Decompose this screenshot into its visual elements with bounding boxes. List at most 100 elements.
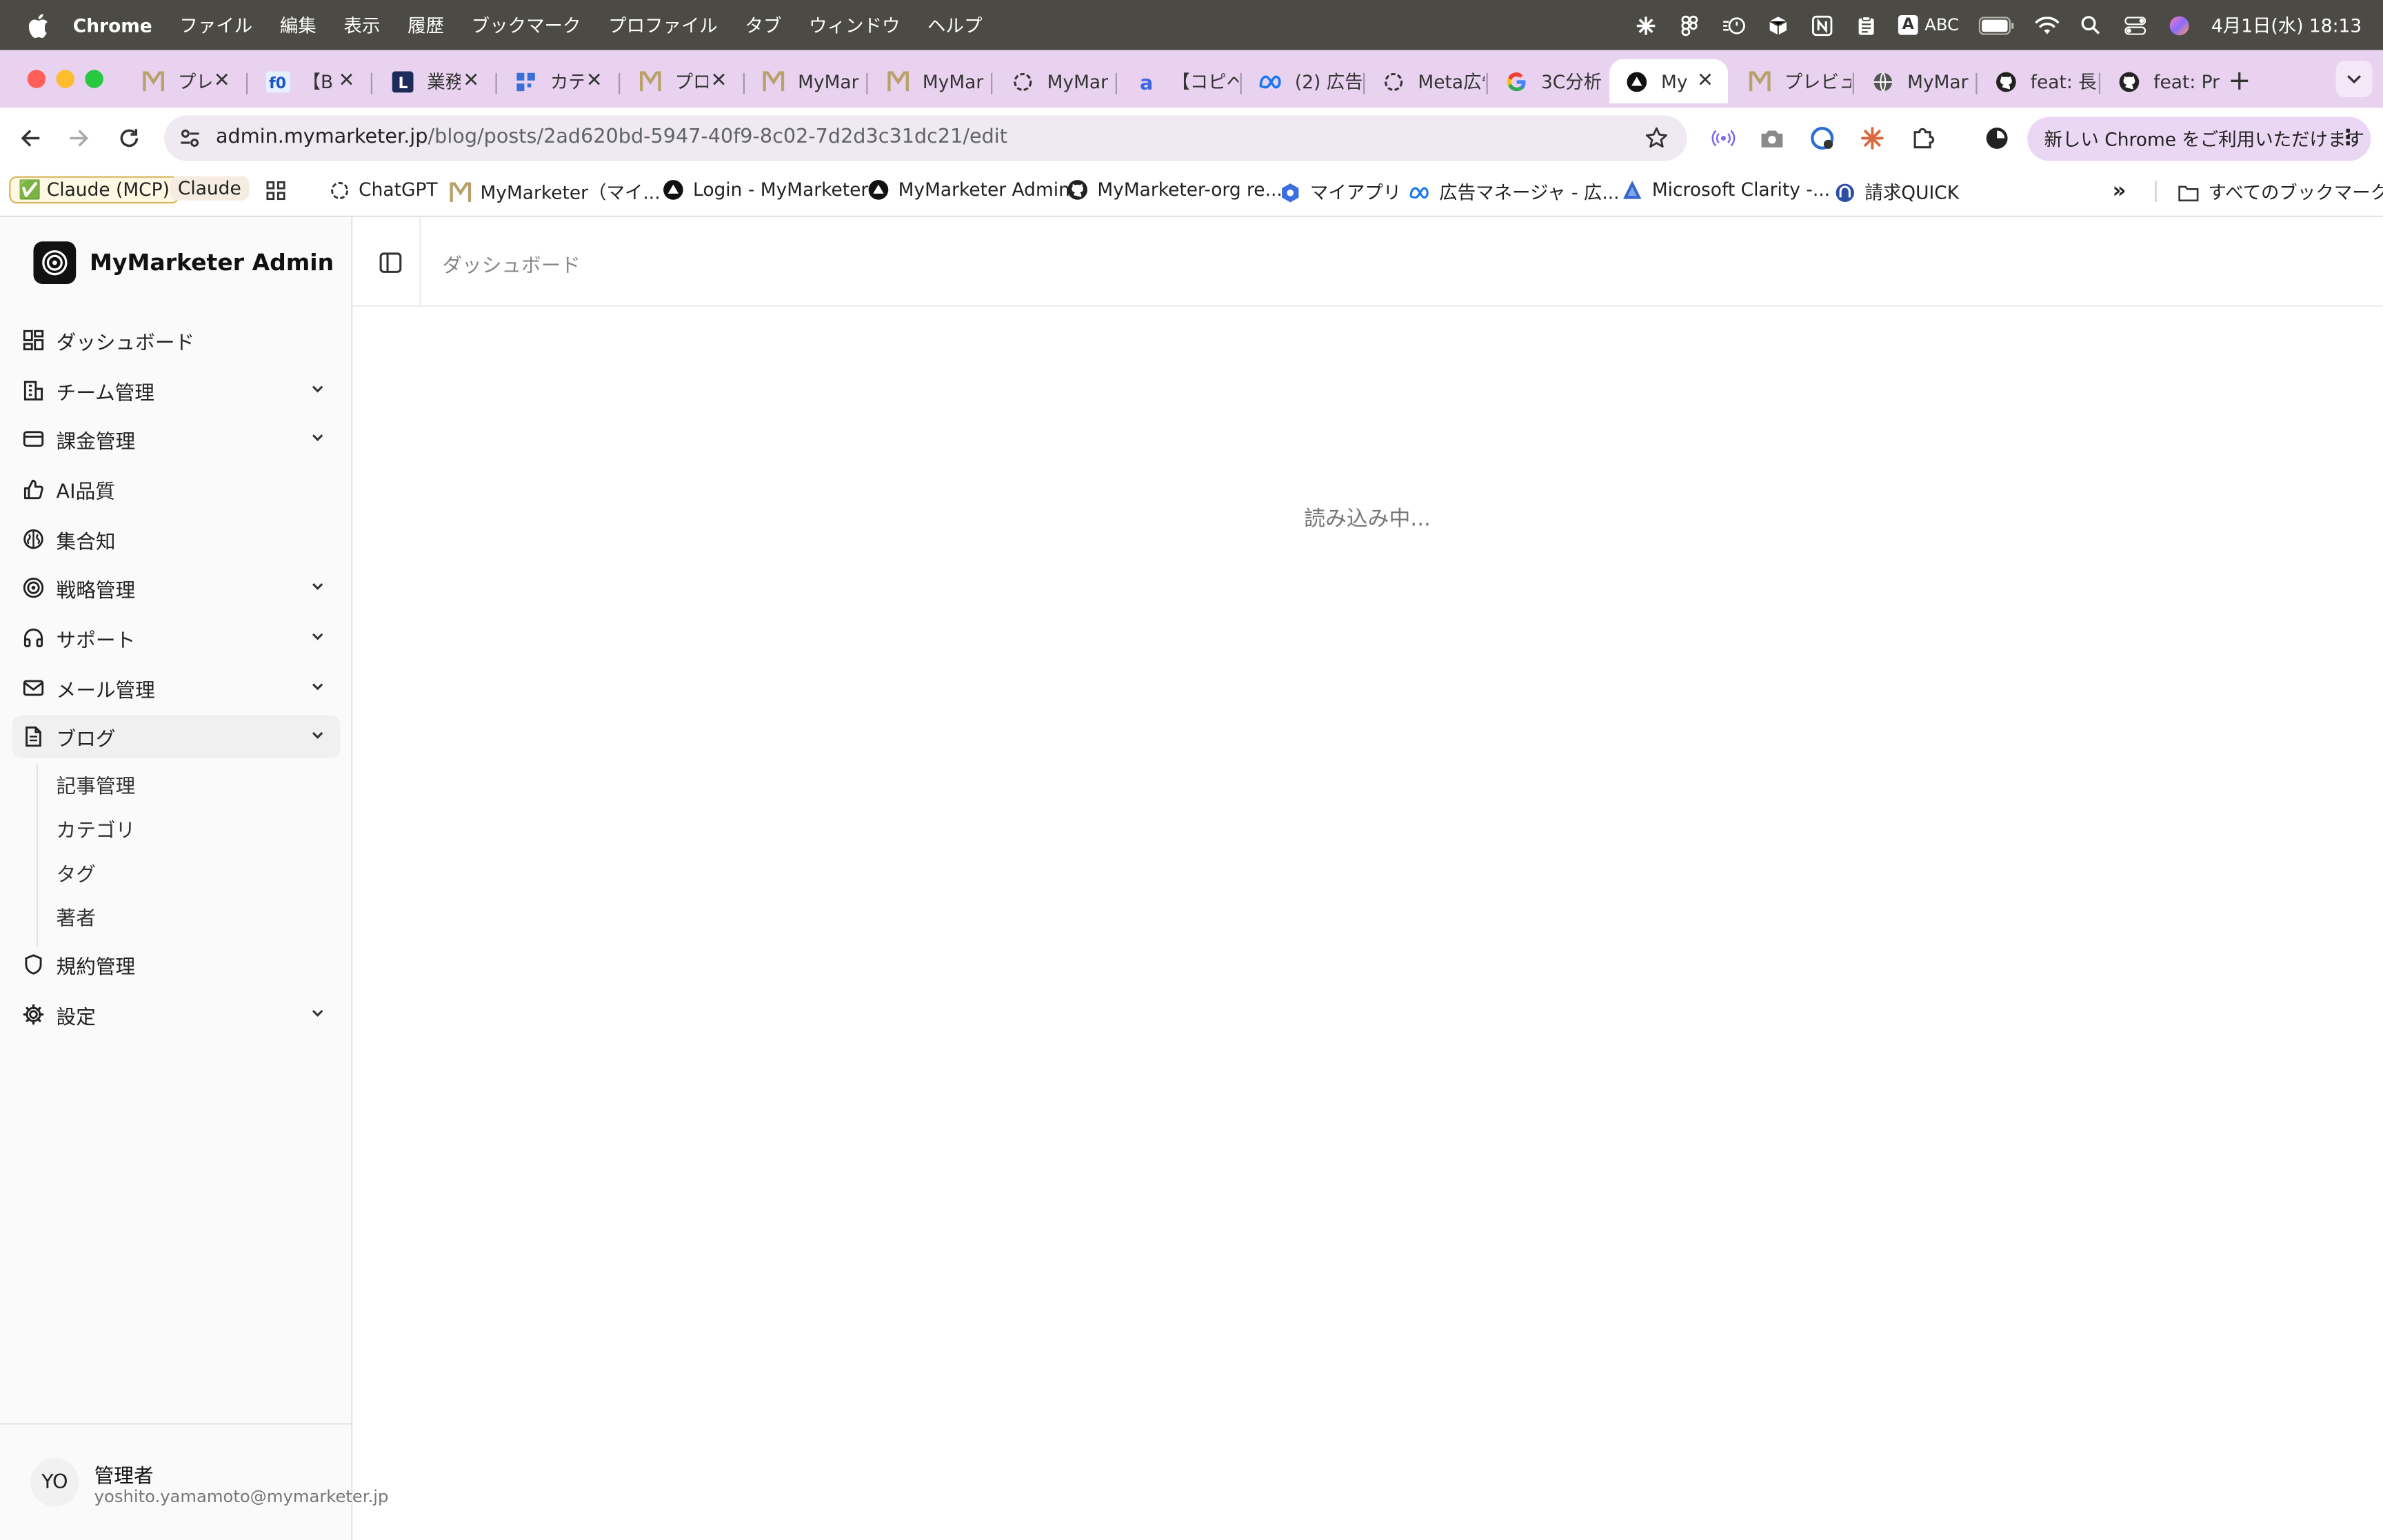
sparkle-status-icon[interactable] [1633,14,1658,36]
window-close-button[interactable] [27,70,46,88]
sidebar-item[interactable]: 集合知 [12,518,341,560]
bookmark-claude-mcp[interactable]: ✅ Claude (MCP) [9,176,179,204]
menu-bookmarks[interactable]: ブックマーク [472,12,581,38]
tab-search-button[interactable] [2335,61,2373,98]
box-status-icon[interactable] [1765,14,1789,36]
sidebar-item[interactable]: 戦略管理 [12,567,341,609]
sidebar-item[interactable]: 規約管理 [12,943,341,986]
bookmark-chatgpt[interactable]: ChatGPT [328,179,438,201]
bookmark-mymarketer-admin[interactable]: MyMarketer Admin [868,179,1070,201]
profile-avatar-icon[interactable] [1985,126,2009,150]
tab-close-icon[interactable]: ✕ [461,70,482,92]
browser-tab[interactable]: f0 【B ✕ [251,59,370,103]
sidebar-item[interactable]: チーム管理 [12,369,341,412]
browser-tab[interactable]: (2) 広告 [1243,59,1362,103]
new-tab-button[interactable]: + [2228,65,2251,97]
tab-close-icon[interactable]: ✕ [336,70,357,92]
tab-close-icon[interactable]: ✕ [211,70,232,92]
chrome-update-button[interactable]: 新しい Chrome をご利用いただけます ⋮ [2027,116,2371,161]
browser-tab[interactable]: プレ ✕ [126,59,245,103]
menu-history[interactable]: 履歴 [408,12,444,38]
sidebar-item[interactable]: メール管理 [12,667,341,709]
forward-button[interactable] [66,125,93,152]
bookmark-login-mymarketer[interactable]: Login - MyMarketer [663,179,868,201]
menu-file[interactable]: ファイル [179,12,252,38]
claude-extension-icon[interactable] [1860,126,1884,150]
sidebar-item[interactable]: 設定 [12,993,341,1036]
sidebar-item[interactable]: ブログ [12,715,341,758]
browser-tab[interactable]: カテ ✕ [499,59,617,103]
blog-submenu-item[interactable]: 記事管理 [57,770,136,799]
address-bar[interactable]: admin.mymarketer.jp/blog/posts/2ad620bd-… [164,115,1687,161]
blog-submenu-item[interactable]: 著者 [57,902,96,931]
menu-tab[interactable]: タブ [745,12,782,38]
menu-profiles[interactable]: プロファイル [608,12,718,38]
browser-tab[interactable]: MyMar [1856,59,1974,103]
blog-submenu-item[interactable]: タグ [57,858,96,887]
menu-view[interactable]: 表示 [344,12,381,38]
bookmarks-overflow-button[interactable]: » [2113,179,2126,203]
menu-help[interactable]: ヘルプ [927,12,982,38]
extensions-puzzle-icon[interactable] [1911,126,1935,150]
input-source-indicator[interactable]: A ABC [1898,15,1959,35]
browser-tab[interactable]: MyMar [871,59,989,103]
browser-tab[interactable]: MyMar [996,59,1114,103]
browser-tab[interactable]: Meta広告 [1366,59,1485,103]
browser-tab[interactable]: プロ ✕ [623,59,742,103]
notion-status-icon[interactable] [1809,14,1833,36]
figma-status-icon[interactable] [1678,14,1702,36]
battery-icon[interactable] [1978,14,2015,36]
chrome-menu-icon[interactable]: ⋮ [2337,126,2359,150]
sidebar-toggle-icon[interactable] [379,251,403,275]
browser-tab[interactable]: プレビュ [1733,59,1851,103]
browser-tab[interactable]: 3C分析 [1489,59,1608,103]
tab-close-icon[interactable]: ✕ [1695,70,1716,92]
bookmark-apps[interactable] [265,179,286,201]
bookmark-star-icon[interactable] [1645,126,1669,156]
sidebar-item[interactable]: 課金管理 [12,418,341,460]
window-minimize-button[interactable] [56,70,75,88]
sidebar-item[interactable]: ダッシュボード [12,319,341,362]
extension-c-icon[interactable] [1810,126,1834,150]
timer-status-icon[interactable] [1721,14,1745,36]
sidebar-item[interactable]: AI品質 [12,468,341,511]
blog-submenu-item[interactable]: カテゴリ [57,814,136,843]
siri-icon[interactable] [2167,14,2191,36]
bookmark-mymarketer[interactable]: MyMarketer（マイ... [450,179,661,205]
bookmark-my-apps[interactable]: マイアプリ [1280,179,1401,205]
bookmark-ads-manager[interactable]: 広告マネージャ - 広... [1409,179,1620,205]
window-zoom-button[interactable] [85,70,103,88]
browser-tab[interactable]: L 業務 ✕ [375,59,494,103]
brand[interactable]: MyMarketer Admin [33,241,334,284]
bookmark-claude[interactable]: Claude [170,176,249,201]
control-center-icon[interactable] [2123,14,2147,36]
back-button[interactable] [17,125,44,152]
site-info-icon[interactable] [178,126,202,150]
browser-tab[interactable]: a 【コピペ [1120,59,1238,103]
menubar-clock[interactable]: 4月1日(水) 18:13 [2211,12,2362,38]
tab-close-icon[interactable]: ✕ [583,70,605,92]
bookmark-clarity[interactable]: Microsoft Clarity -... [1622,179,1830,201]
reload-button[interactable] [116,125,143,152]
browser-tab[interactable]: feat: 長 [1979,59,2098,103]
breadcrumb[interactable]: ダッシュボード [442,249,581,278]
menu-window[interactable]: ウィンドウ [809,12,900,38]
menu-app-chrome[interactable]: Chrome [73,14,152,36]
spotlight-search-icon[interactable] [2079,14,2103,36]
apple-icon[interactable] [28,13,49,37]
cast-extension-icon[interactable] [1711,126,1736,150]
user-profile[interactable]: YO 管理者 yoshito.yamamoto@mymarketer.jp [0,1423,388,1540]
all-bookmarks-folder[interactable]: すべてのブックマーク [2178,179,2383,205]
wifi-icon[interactable] [2035,14,2060,36]
browser-tab[interactable]: feat: Pr [2102,59,2220,103]
sidebar-item[interactable]: サポート [12,616,341,659]
clipboard-status-icon[interactable] [1853,14,1878,36]
menu-edit[interactable]: 編集 [280,12,316,38]
browser-tab[interactable]: MyMar [746,59,865,103]
bookmark-github-org[interactable]: MyMarketer-org re... [1067,179,1283,201]
bookmark-seikyu-quick[interactable]: 請求QUICK [1834,179,1959,205]
tab-close-icon[interactable]: ✕ [708,70,730,92]
address-url[interactable]: admin.mymarketer.jp/blog/posts/2ad620bd-… [216,126,1007,149]
screenshot-extension-icon[interactable] [1760,126,1784,150]
browser-tab[interactable]: My ✕ [1609,59,1729,103]
